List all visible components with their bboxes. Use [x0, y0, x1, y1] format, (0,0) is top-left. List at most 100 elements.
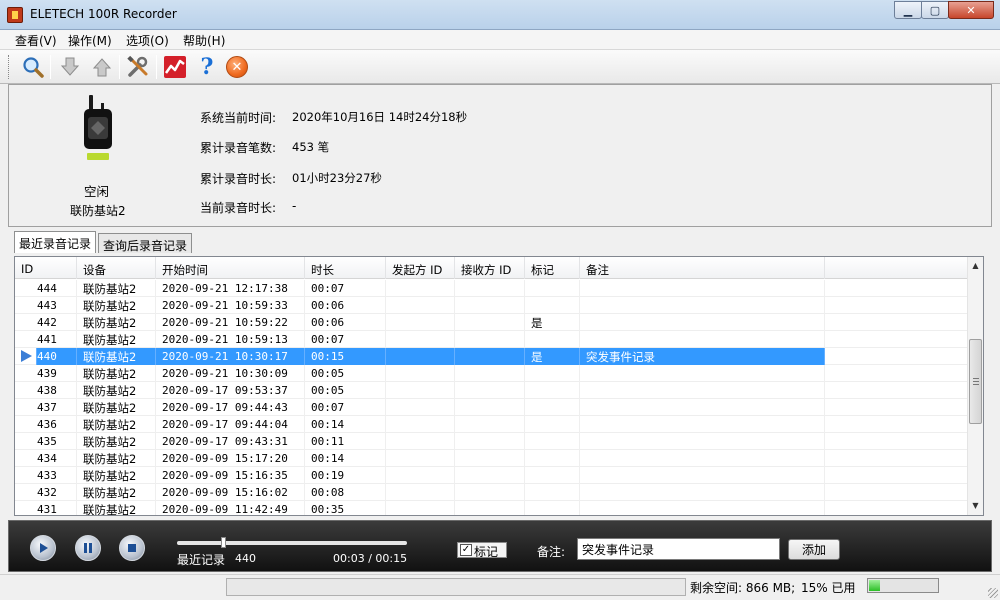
column-header-receiver-id[interactable]: 接收方 ID [455, 257, 525, 279]
scroll-up-button[interactable]: ▲ [968, 257, 983, 274]
cell-start: 2020-09-17 09:44:43 [156, 399, 305, 416]
table-row[interactable]: 434 联防基站2 2020-09-09 15:17:20 00:14 [15, 450, 969, 467]
menu-view[interactable]: 查看(V) [15, 32, 57, 49]
add-button[interactable]: 添加 [788, 539, 840, 560]
menu-options[interactable]: 选项(O) [126, 32, 169, 49]
column-header-caller-id[interactable]: 发起方 ID [386, 257, 455, 279]
cell-mark [525, 433, 580, 450]
vertical-scrollbar[interactable]: ▲ ▼ [967, 257, 983, 515]
menu-operate[interactable]: 操作(M) [68, 32, 112, 49]
table-row[interactable]: 441 联防基站2 2020-09-21 10:59:13 00:07 [15, 331, 969, 348]
cell-note [580, 467, 825, 484]
stop-button[interactable] [119, 535, 145, 561]
table-body: 444 联防基站2 2020-09-21 12:17:38 00:07 443 联防基站2… [15, 280, 969, 515]
close-circle-icon[interactable]: ✕ [224, 54, 250, 80]
table-row[interactable]: 437 联防基站2 2020-09-17 09:44:43 00:07 [15, 399, 969, 416]
pause-button[interactable] [75, 535, 101, 561]
table-row[interactable]: 443 联防基站2 2020-09-21 10:59:33 00:06 [15, 297, 969, 314]
cell-duration: 00:06 [305, 297, 386, 314]
cell-device: 联防基站2 [77, 297, 156, 314]
cell-id: 433 [15, 467, 77, 484]
chart-icon[interactable] [162, 54, 188, 80]
table-row[interactable]: 436 联防基站2 2020-09-17 09:44:04 00:14 [15, 416, 969, 433]
tab-query-records[interactable]: 查询后录音记录 [98, 233, 193, 253]
column-header-start-time[interactable]: 开始时间 [156, 257, 305, 279]
stop-icon [128, 544, 136, 552]
scroll-down-button[interactable]: ▼ [968, 497, 983, 514]
note-label: 备注: [537, 545, 566, 559]
upload-icon[interactable] [89, 54, 115, 80]
column-header-device[interactable]: 设备 [77, 257, 156, 279]
cell-start: 2020-09-21 10:30:09 [156, 365, 305, 382]
table-row[interactable]: 433 联防基站2 2020-09-09 15:16:35 00:19 [15, 467, 969, 484]
walkie-talkie-icon [81, 95, 115, 161]
system-time-label: 系统当前时间: [200, 111, 277, 125]
table-row[interactable]: 442 联防基站2 2020-09-21 10:59:22 00:06 是 [15, 314, 969, 331]
seek-thumb[interactable] [221, 537, 226, 548]
cell-id: 435 [15, 433, 77, 450]
cell-id: 440 [37, 348, 77, 365]
play-icon [40, 543, 48, 553]
cell-caller [386, 365, 455, 382]
cell-id: 442 [15, 314, 77, 331]
cell-receiver [455, 399, 525, 416]
table-row[interactable]: 431 联防基站2 2020-09-09 11:42:49 00:35 [15, 501, 969, 515]
menu-bar: 查看(V) 操作(M) 选项(O) 帮助(H) [0, 30, 1000, 50]
cell-receiver [455, 331, 525, 348]
table-row[interactable]: 440 联防基站2 2020-09-21 10:30:17 00:15 是突发事件记录 [15, 348, 969, 365]
cell-mark: 是 [525, 348, 580, 365]
play-button[interactable] [30, 535, 56, 561]
cell-id: 437 [15, 399, 77, 416]
record-count-label: 累计录音笔数: [200, 141, 277, 155]
cell-note [580, 365, 825, 382]
player-record-id: 440 [235, 552, 256, 565]
search-icon[interactable] [20, 54, 46, 80]
download-icon[interactable] [57, 54, 83, 80]
cell-receiver [455, 433, 525, 450]
table-row[interactable]: 435 联防基站2 2020-09-17 09:43:31 00:11 [15, 433, 969, 450]
maximize-button[interactable]: ▢ [921, 1, 949, 19]
cell-device: 联防基站2 [77, 365, 156, 382]
settings-tools-icon[interactable] [125, 54, 151, 80]
device-name: 联防基站2 [70, 204, 126, 218]
mark-checkbox[interactable]: ✓ 标记 [457, 542, 507, 559]
cell-id: 443 [15, 297, 77, 314]
cell-device: 联防基站2 [77, 433, 156, 450]
minimize-button[interactable]: ▁ [894, 1, 922, 19]
note-input[interactable] [577, 538, 780, 560]
menu-help[interactable]: 帮助(H) [183, 32, 225, 49]
player-source-label: 最近记录 [177, 553, 226, 567]
cell-id: 444 [15, 280, 77, 297]
player-bar: 最近记录 440 00:03 / 00:15 ✓ 标记 备注: 添加 [8, 520, 992, 572]
column-header-id[interactable]: ID [15, 257, 77, 279]
cell-device: 联防基站2 [77, 314, 156, 331]
current-duration-value: - [292, 199, 297, 213]
table-header: ID 设备 开始时间 时长 发起方 ID 接收方 ID 标记 备注 [15, 257, 969, 279]
cell-mark [525, 365, 580, 382]
cell-mark [525, 484, 580, 501]
seek-slider[interactable] [177, 537, 407, 548]
tab-recent-records[interactable]: 最近录音记录 [14, 231, 97, 253]
cell-caller [386, 433, 455, 450]
cell-note [580, 314, 825, 331]
table-row[interactable]: 432 联防基站2 2020-09-09 15:16:02 00:08 [15, 484, 969, 501]
cell-note [580, 450, 825, 467]
cell-device: 联防基站2 [77, 501, 156, 515]
table-row[interactable]: 444 联防基站2 2020-09-21 12:17:38 00:07 [15, 280, 969, 297]
close-window-button[interactable]: ✕ [948, 1, 994, 19]
table-row[interactable]: 438 联防基站2 2020-09-17 09:53:37 00:05 [15, 382, 969, 399]
column-header-note[interactable]: 备注 [580, 257, 825, 279]
mark-checkbox-box[interactable]: ✓ [460, 544, 472, 556]
column-header-duration[interactable]: 时长 [305, 257, 386, 279]
column-header-mark[interactable]: 标记 [525, 257, 580, 279]
cell-id: 436 [15, 416, 77, 433]
cell-mark [525, 382, 580, 399]
cell-caller [386, 399, 455, 416]
cell-mark [525, 399, 580, 416]
help-icon[interactable]: ? [194, 54, 220, 80]
table-row[interactable]: 439 联防基站2 2020-09-21 10:30:09 00:05 [15, 365, 969, 382]
disk-usage-fill [869, 580, 880, 591]
cell-mark [525, 416, 580, 433]
resize-grip[interactable] [988, 588, 998, 598]
scroll-thumb[interactable] [969, 339, 982, 424]
